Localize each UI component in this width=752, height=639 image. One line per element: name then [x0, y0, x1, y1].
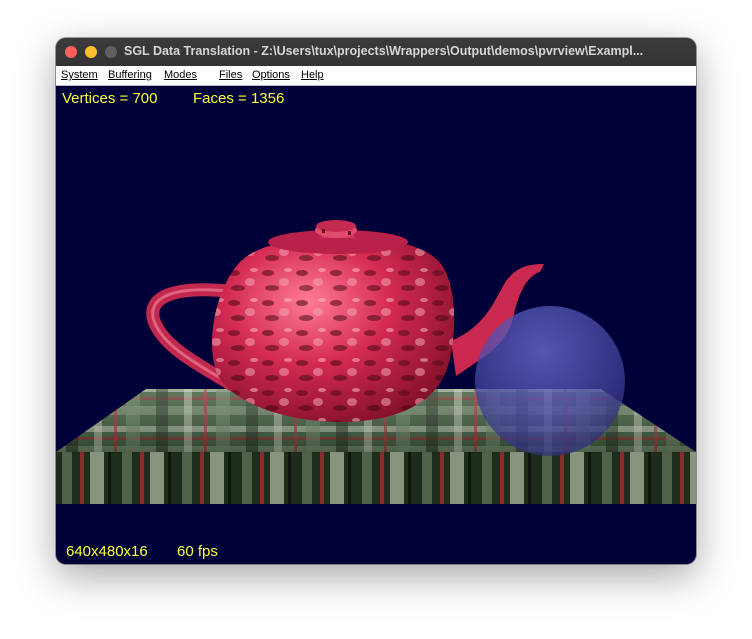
menu-help[interactable]: Help	[301, 69, 324, 81]
faces-count: Faces = 1356	[193, 90, 285, 107]
menu-system[interactable]: System	[61, 69, 98, 81]
render-viewport[interactable]: Vertices = 700 Faces = 1356 640x480x16 6…	[56, 86, 696, 564]
menu-modes[interactable]: Modes	[164, 69, 197, 81]
minimize-icon[interactable]	[85, 46, 97, 58]
sphere-icon	[475, 306, 625, 456]
window-title: SGL Data Translation - Z:\Users\tux\proj…	[124, 44, 644, 58]
close-icon[interactable]	[65, 46, 77, 58]
menu-options[interactable]: Options	[252, 69, 290, 81]
resolution-readout: 640x480x16	[66, 543, 148, 560]
menu-bar: System Buffering Modes Files Options Hel…	[56, 66, 696, 86]
scene-canvas	[56, 220, 696, 504]
menu-buffering[interactable]: Buffering	[108, 69, 152, 81]
title-bar[interactable]: SGL Data Translation - Z:\Users\tux\proj…	[56, 38, 696, 66]
app-window: SGL Data Translation - Z:\Users\tux\proj…	[56, 38, 696, 564]
maximize-icon[interactable]	[105, 46, 117, 58]
vertices-count: Vertices = 700	[62, 90, 158, 107]
fps-readout: 60 fps	[177, 543, 218, 560]
menu-files[interactable]: Files	[219, 69, 242, 81]
